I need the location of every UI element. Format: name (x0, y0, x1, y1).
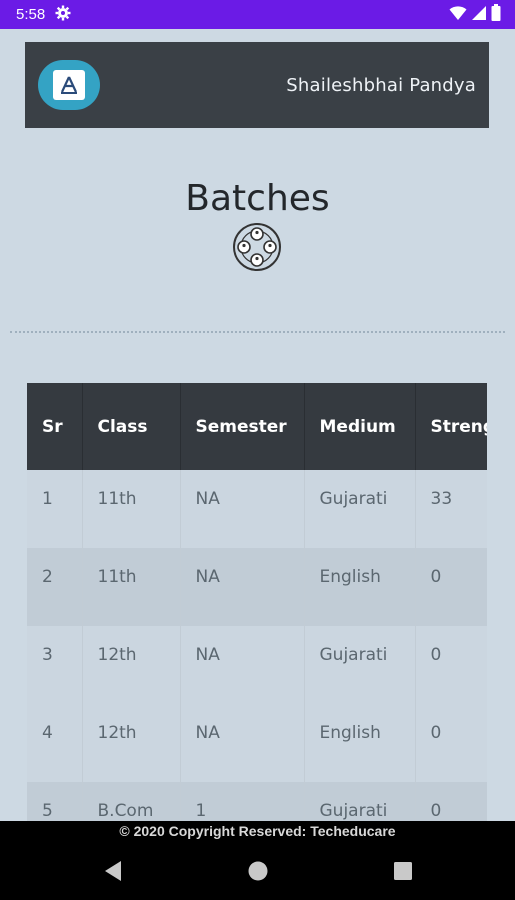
cell-medium: Gujarati (304, 470, 416, 548)
cell-semester: 1 (180, 782, 305, 821)
wifi-icon (449, 5, 467, 25)
column-header-sr[interactable]: Sr (27, 383, 83, 470)
column-header-medium[interactable]: Medium (304, 383, 416, 470)
batches-table-container[interactable]: Sr Class Semester Medium Strength 1 11th… (27, 383, 487, 821)
cell-class: 12th (82, 704, 181, 782)
app-logo[interactable] (38, 60, 100, 110)
cell-strength: 33 (415, 470, 487, 548)
table-row[interactable]: 2 11th NA English 0 (27, 548, 487, 626)
section-divider (10, 331, 505, 333)
status-bar: 5:58 (0, 0, 515, 29)
column-header-strength[interactable]: Strength (415, 383, 487, 470)
back-icon[interactable] (93, 851, 133, 891)
battery-icon (491, 4, 501, 25)
status-left: 5:58 (16, 5, 71, 25)
table-header-row: Sr Class Semester Medium Strength (27, 383, 487, 470)
cell-semester: NA (180, 626, 305, 704)
cell-semester: NA (180, 470, 305, 548)
cell-medium: Gujarati (304, 626, 416, 704)
footer: © 2020 Copyright Reserved: Techeducare (0, 821, 515, 900)
cell-sr: 3 (27, 626, 83, 704)
status-time: 5:58 (16, 6, 46, 23)
table-row[interactable]: 4 12th NA English 0 (27, 704, 487, 782)
cell-class: 11th (82, 470, 181, 548)
cell-sr: 4 (27, 704, 83, 782)
table-row[interactable]: 3 12th NA Gujarati 0 (27, 626, 487, 704)
status-right (449, 4, 501, 25)
column-header-semester[interactable]: Semester (180, 383, 305, 470)
cell-sr: 5 (27, 782, 83, 821)
home-icon[interactable] (238, 851, 278, 891)
cell-sr: 2 (27, 548, 83, 626)
table-row[interactable]: 1 11th NA Gujarati 33 (27, 470, 487, 548)
cell-semester: NA (180, 548, 305, 626)
system-nav-bar (0, 842, 515, 900)
cell-strength: 0 (415, 704, 487, 782)
cell-semester: NA (180, 704, 305, 782)
cell-class: 12th (82, 626, 181, 704)
table-row[interactable]: 5 B.Com 1 Gujarati 0 (27, 782, 487, 821)
user-name[interactable]: Shaileshbhai Pandya (286, 75, 476, 96)
cell-strength: 0 (415, 782, 487, 821)
cell-strength: 0 (415, 626, 487, 704)
cell-medium: English (304, 548, 416, 626)
app-header: Shaileshbhai Pandya (25, 42, 489, 128)
cell-class: 11th (82, 548, 181, 626)
batches-table: Sr Class Semester Medium Strength 1 11th… (27, 383, 487, 821)
cell-medium: Gujarati (304, 782, 416, 821)
batches-icon (232, 222, 282, 272)
signal-icon (471, 5, 487, 25)
cell-strength: 0 (415, 548, 487, 626)
cell-class: B.Com (82, 782, 181, 821)
column-header-class[interactable]: Class (82, 383, 181, 470)
page-title: Batches (185, 178, 330, 219)
recents-icon[interactable] (383, 851, 423, 891)
cell-sr: 1 (27, 470, 83, 548)
logo-mark-icon (53, 70, 85, 100)
copyright-text: © 2020 Copyright Reserved: Techeducare (119, 823, 396, 839)
cell-medium: English (304, 704, 416, 782)
gear-icon (55, 5, 71, 25)
